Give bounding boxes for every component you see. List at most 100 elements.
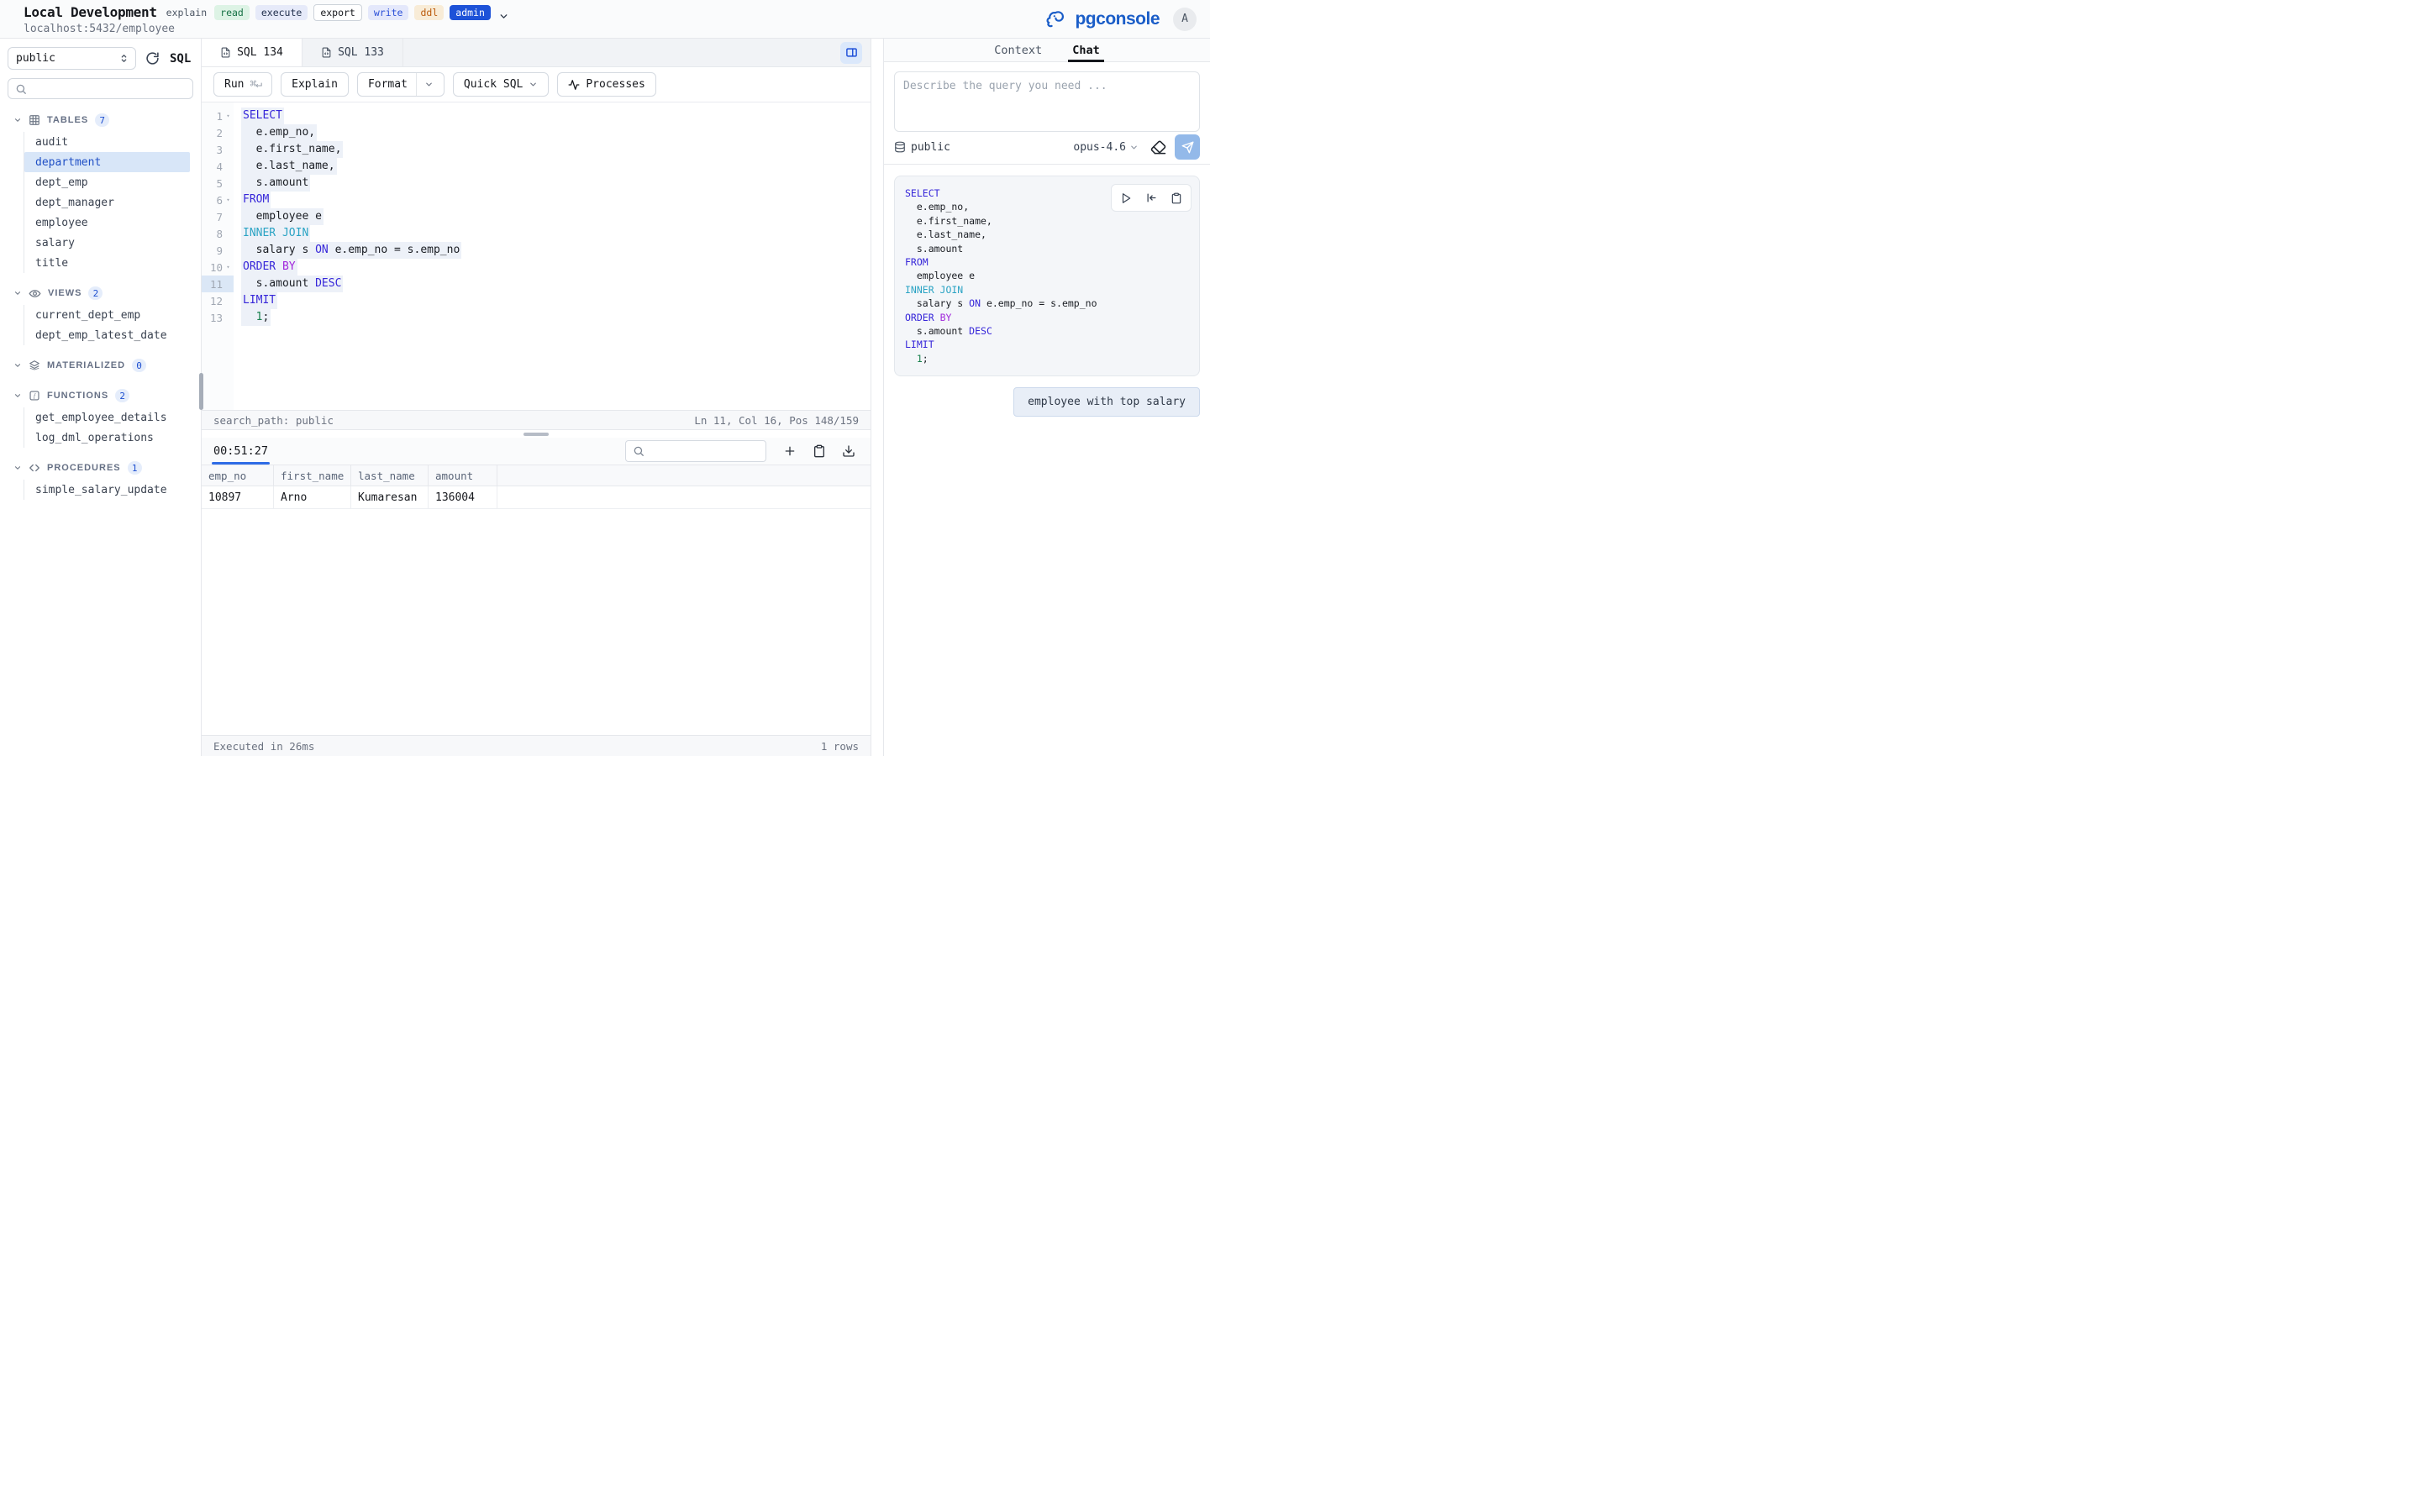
code-icon <box>29 462 40 474</box>
sidebar-item-dept_emp_latest_date[interactable]: dept_emp_latest_date <box>24 325 190 345</box>
fold-toggle-icon[interactable]: ▾ <box>223 259 234 276</box>
section-header-tables[interactable]: TABLES7 <box>0 110 201 130</box>
section-header-materialized[interactable]: MATERIALIZED0 <box>0 355 201 375</box>
column-header-last_name[interactable]: last_name <box>351 465 429 486</box>
permission-badge-admin[interactable]: admin <box>450 5 491 20</box>
format-label: Format <box>368 78 408 91</box>
model-select[interactable]: opus-4.6 <box>1073 141 1139 154</box>
code-line: s.amount <box>905 242 1189 255</box>
cell-last_name[interactable]: Kumaresan <box>351 486 429 509</box>
tab-sql-134[interactable]: SQL 134 <box>202 39 302 66</box>
results-table: emp_nofirst_namelast_nameamount 10897Arno… <box>202 465 871 509</box>
chevron-down-icon <box>529 80 538 89</box>
explain-button[interactable]: Explain <box>281 72 349 97</box>
gutter-line: 10▾ <box>202 259 234 276</box>
editor-gutter: 1▾23456▾78910▾111213 <box>202 102 234 410</box>
copy-results-icon[interactable] <box>813 444 826 458</box>
code-line: s.amount DESC <box>905 324 1189 338</box>
sidebar-item-title[interactable]: title <box>24 253 190 273</box>
cell-emp_no[interactable]: 10897 <box>202 486 274 509</box>
column-header-amount[interactable]: amount <box>429 465 497 486</box>
editor-code: SELECT e.emp_no, e.first_name, e.last_na… <box>234 102 871 410</box>
permission-badge-export[interactable]: export <box>313 4 362 21</box>
results-search-input[interactable] <box>625 440 766 462</box>
format-button[interactable]: Format <box>357 72 445 97</box>
tab-context[interactable]: Context <box>994 39 1042 61</box>
permission-badge-write[interactable]: write <box>368 5 409 20</box>
section-count-badge: 7 <box>95 113 109 127</box>
sidebar-item-dept_emp[interactable]: dept_emp <box>24 172 190 192</box>
tab-label: Chat <box>1072 44 1100 57</box>
column-header-emp_no[interactable]: emp_no <box>202 465 274 486</box>
section-header-views[interactable]: VIEWS2 <box>0 283 201 303</box>
chat-input-placeholder: Describe the query you need ... <box>903 80 1191 92</box>
quick-sql-button[interactable]: Quick SQL <box>453 72 549 97</box>
cell-amount[interactable]: 136004 <box>429 486 497 509</box>
split-panel-button[interactable] <box>840 42 862 64</box>
sidebar-item-department[interactable]: department <box>24 152 190 172</box>
chat-input[interactable]: Describe the query you need ... <box>894 71 1200 132</box>
tab-sql-133[interactable]: SQL 133 <box>302 39 403 66</box>
composer-footer: public opus-4.6 <box>894 132 1200 162</box>
section-header-procedures[interactable]: PROCEDURES1 <box>0 458 201 478</box>
chevron-down-icon[interactable] <box>498 11 509 22</box>
fold-toggle-icon[interactable]: ▾ <box>223 108 234 124</box>
code-line: e.last_name, <box>241 158 871 175</box>
editor-toolbar: Run ⌘↵ Explain Format Quick SQL <box>202 67 871 102</box>
run-button[interactable]: Run ⌘↵ <box>213 72 272 97</box>
sidebar-resize-handle[interactable] <box>199 373 203 410</box>
gutter-line: 3 <box>202 141 234 158</box>
schema-context-chip[interactable]: public <box>894 141 950 154</box>
search-icon <box>15 83 27 95</box>
sidebar-item-audit[interactable]: audit <box>24 132 190 152</box>
fold-toggle-icon[interactable]: ▾ <box>223 192 234 208</box>
send-button[interactable] <box>1175 134 1200 160</box>
section-header-functions[interactable]: fFUNCTIONS2 <box>0 386 201 406</box>
code-line: INNER JOIN <box>905 283 1189 297</box>
copy-snippet-icon[interactable] <box>1164 186 1189 210</box>
sidebar-item-employee[interactable]: employee <box>24 213 190 233</box>
schema-select-value: public <box>16 52 55 65</box>
search-icon <box>633 445 644 457</box>
sql-mode-label[interactable]: SQL <box>170 52 191 66</box>
send-icon <box>1181 141 1194 154</box>
file-code-icon <box>321 47 332 58</box>
section-label: VIEWS <box>48 288 82 298</box>
schema-select[interactable]: public <box>8 47 136 70</box>
avatar[interactable]: A <box>1173 8 1197 31</box>
code-line: SELECT <box>241 108 871 124</box>
sidebar-item-log_dml_operations[interactable]: log_dml_operations <box>24 428 190 448</box>
permission-badge-explain[interactable]: explain <box>165 5 208 20</box>
sidebar-item-current_dept_emp[interactable]: current_dept_emp <box>24 305 190 325</box>
sidebar-item-dept_manager[interactable]: dept_manager <box>24 192 190 213</box>
sidebar-search-input[interactable] <box>8 78 193 99</box>
download-results-icon[interactable] <box>842 444 855 458</box>
column-header-first_name[interactable]: first_name <box>274 465 351 486</box>
clear-chat-icon[interactable] <box>1150 139 1166 155</box>
results-empty-area <box>202 509 871 735</box>
sql-editor[interactable]: 1▾23456▾78910▾111213 SELECT e.emp_no, e.… <box>202 102 871 410</box>
assistant-tab-bar: Context Chat <box>884 39 1210 62</box>
results-resize-handle[interactable] <box>202 430 871 438</box>
add-result-tab-icon[interactable] <box>783 444 797 458</box>
tab-chat[interactable]: Chat <box>1072 39 1100 61</box>
permission-badge-ddl[interactable]: ddl <box>414 5 444 20</box>
cell-first_name[interactable]: Arno <box>274 486 351 509</box>
permission-badge-execute[interactable]: execute <box>255 5 308 20</box>
chevron-down-icon <box>13 116 22 124</box>
assistant-sql-response: SELECT e.emp_no, e.first_name, e.last_na… <box>894 176 1200 376</box>
sidebar-item-salary[interactable]: salary <box>24 233 190 253</box>
result-tab-timer[interactable]: 00:51:27 <box>213 438 268 465</box>
sidebar-item-get_employee_details[interactable]: get_employee_details <box>24 407 190 428</box>
code-line: s.amount DESC <box>241 276 871 292</box>
run-snippet-icon[interactable] <box>1113 186 1139 210</box>
processes-button[interactable]: Processes <box>557 72 655 97</box>
file-code-icon <box>220 47 231 58</box>
refresh-icon[interactable] <box>145 51 160 66</box>
connection-string: localhost:5432/employee <box>24 23 509 35</box>
sidebar-item-simple_salary_update[interactable]: simple_salary_update <box>24 480 190 500</box>
insert-to-editor-icon[interactable] <box>1139 186 1164 210</box>
permission-badge-read[interactable]: read <box>214 5 250 20</box>
format-dropdown[interactable] <box>416 73 434 96</box>
sidebar-section-functions: fFUNCTIONS2get_employee_detailslog_dml_o… <box>0 386 201 448</box>
